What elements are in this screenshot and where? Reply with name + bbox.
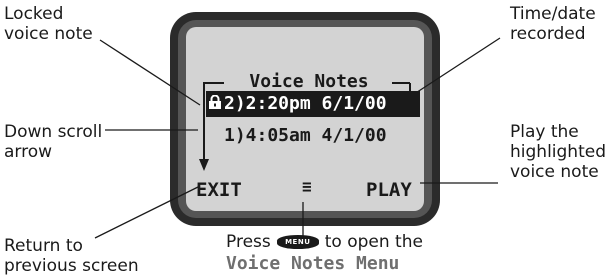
callout-down-scroll-arrow: Down scroll arrow bbox=[4, 122, 103, 162]
voice-notes-menu-label: Voice Notes Menu bbox=[226, 253, 400, 274]
menu-key-icon: MENU bbox=[276, 235, 319, 249]
callout-time-date-recorded: Time/date recorded bbox=[510, 4, 596, 44]
callout-locked-voice-note: Locked voice note bbox=[4, 4, 93, 44]
callout-return-previous: Return to previous screen bbox=[4, 236, 139, 276]
callout-play-highlighted: Play the highlighted voice note bbox=[510, 122, 606, 182]
press-menu-instruction: Press MENU to open the bbox=[226, 232, 423, 252]
